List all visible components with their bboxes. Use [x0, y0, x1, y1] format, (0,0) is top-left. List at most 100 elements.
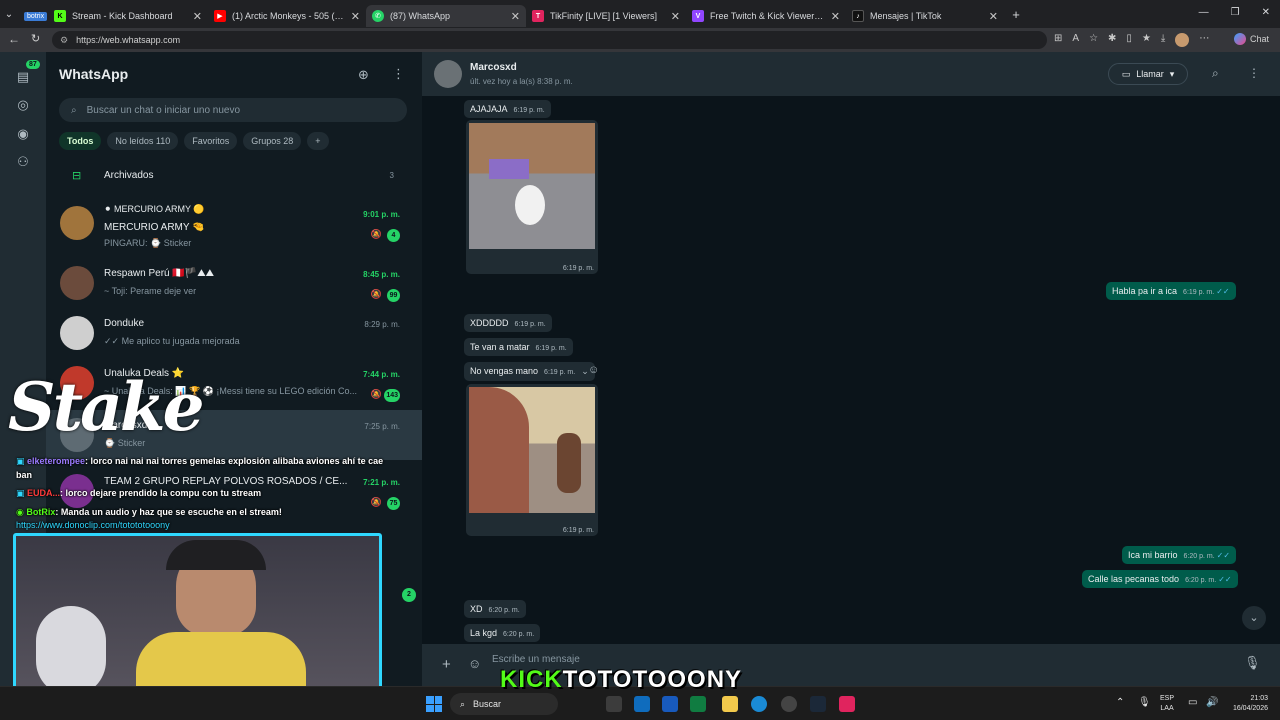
search-in-chat-icon[interactable]: ⌕ — [1212, 66, 1219, 81]
message-time: 6:19 p. m. — [544, 369, 576, 376]
volume-icon[interactable]: 🔊 — [1206, 697, 1218, 708]
search-input[interactable]: ⌕ Buscar un chat o iniciar uno nuevo — [59, 98, 407, 122]
microphone-icon[interactable]: 🎙 — [1244, 655, 1261, 671]
message-in[interactable]: XDDDDD 6:19 p. m. — [464, 314, 552, 332]
new-chat-icon[interactable]: ⊕ — [358, 67, 369, 83]
clock[interactable]: 21:03 16/04/2026 — [1226, 694, 1268, 714]
message-in[interactable]: Te van a matar 6:19 p. m. — [464, 338, 573, 356]
chats-badge: 87 — [26, 60, 40, 69]
tab-youtube[interactable]: ▶ (1) Arctic Monkeys - 505 ( My ... ✕ — [208, 5, 366, 27]
edge-icon[interactable] — [751, 696, 767, 712]
tab-label: (87) WhatsApp — [390, 11, 451, 21]
message-out[interactable]: Ica mi barrio 6:20 p. m. ✓✓ — [1122, 546, 1237, 564]
language-indicator[interactable]: ESP LAA — [1160, 694, 1174, 714]
menu-icon[interactable]: ⋮ — [392, 66, 405, 82]
tab-kick-dashboard[interactable]: K Stream - Kick Dashboard ✕ — [48, 5, 208, 27]
tray-chevron-icon[interactable]: ⌃ — [1116, 697, 1124, 708]
chat-row[interactable]: ⚫ MERCURIO ARMY 🟡 MERCURIO ARMY 🤏 PINGAR… — [46, 198, 422, 248]
close-icon[interactable]: ✕ — [831, 10, 840, 23]
tab-whatsapp[interactable]: ✆ (87) WhatsApp ✕ — [366, 5, 526, 27]
message-in[interactable]: XD 6:20 p. m. — [464, 600, 526, 618]
emoji-react-icon[interactable]: ☺ — [588, 364, 599, 376]
site-info-icon[interactable]: ⚙ — [60, 35, 68, 46]
filter-groups[interactable]: Grupos 28 — [243, 132, 302, 150]
emoji-icon[interactable]: ☺ — [468, 656, 481, 671]
image-message[interactable]: 6:19 p. m. — [466, 384, 598, 536]
unread-badge: 4 — [387, 229, 400, 242]
close-icon[interactable]: ✕ — [989, 10, 998, 23]
chats-icon[interactable]: ▤ — [14, 68, 32, 86]
message-in[interactable]: La kgd 6:20 p. m. — [464, 624, 541, 642]
explorer-icon[interactable] — [722, 696, 738, 712]
app-icon[interactable] — [634, 696, 650, 712]
word-icon[interactable] — [662, 696, 678, 712]
network-icon[interactable]: ▭ — [1188, 697, 1197, 708]
stream-chat-line: ▣ elketerompee: lorco nai nai nai torres… — [16, 454, 392, 482]
url-box[interactable]: ⚙ https://web.whatsapp.com — [52, 31, 1047, 49]
image-message[interactable]: 6:19 p. m. — [466, 120, 598, 274]
steam-icon[interactable] — [810, 696, 826, 712]
archived-row[interactable]: ⊟ Archivados 3 — [46, 162, 422, 188]
message-input[interactable]: Escribe un mensaje — [492, 654, 580, 665]
split-icon[interactable]: ▯ — [1126, 33, 1132, 47]
chat-row[interactable]: Donduke ✓✓ Me aplico tu jugada mejorada … — [46, 308, 422, 358]
tiktok-live-icon[interactable] — [839, 696, 855, 712]
new-tab-icon[interactable]: + — [1004, 7, 1028, 22]
filter-unread[interactable]: No leídos 110 — [107, 132, 179, 150]
message-out[interactable]: Calle las pecanas todo 6:20 p. m. ✓✓ — [1082, 570, 1238, 588]
mic-tray-icon[interactable]: 🎙 — [1138, 697, 1151, 708]
obs-icon[interactable] — [781, 696, 797, 712]
more-icon[interactable]: ⋯ — [1199, 33, 1209, 47]
message-time: 6:19 p. m. — [562, 527, 594, 534]
copilot-chat-button[interactable]: Chat — [1234, 33, 1269, 45]
avatar — [60, 316, 94, 350]
taskbar-search[interactable]: ⌕ Buscar — [450, 693, 558, 715]
channels-icon[interactable]: ◉ — [14, 125, 32, 143]
favorite-star-icon[interactable]: ☆ — [1089, 33, 1098, 47]
message-in[interactable]: AJAJAJA 6:19 p. m. — [464, 100, 551, 118]
reload-icon[interactable]: ↻ — [31, 32, 40, 45]
communities-icon[interactable]: ⚇ — [14, 153, 32, 171]
download-icon[interactable]: ⤓ — [1161, 33, 1165, 47]
archive-icon: ⊟ — [72, 169, 82, 182]
close-window-icon[interactable]: ✕ — [1262, 7, 1270, 18]
anime-hair — [469, 387, 529, 513]
status-icon[interactable]: ◎ — [14, 96, 32, 114]
filter-all[interactable]: Todos — [59, 132, 102, 150]
start-icon[interactable] — [426, 696, 442, 712]
favorites-icon[interactable]: ★ — [1142, 33, 1151, 47]
close-icon[interactable]: ✕ — [193, 10, 202, 23]
read-aloud-icon[interactable]: A — [1072, 33, 1079, 47]
tab-twitch-viewers[interactable]: V Free Twitch & Kick Viewers - Try 1... … — [686, 5, 846, 27]
taskview-icon[interactable] — [606, 696, 622, 712]
add-filter-icon[interactable]: + — [307, 132, 329, 150]
back-icon[interactable]: ← — [8, 32, 20, 46]
chat-username: EUDA... — [27, 488, 61, 498]
filter-favorites[interactable]: Favoritos — [184, 132, 238, 150]
contact-avatar[interactable] — [434, 60, 462, 88]
tab-botrix[interactable]: botrix — [18, 5, 48, 27]
contact-name[interactable]: Marcosxd — [470, 62, 517, 73]
maximize-icon[interactable]: ❐ — [1231, 7, 1240, 18]
archived-label: Archivados — [104, 169, 154, 181]
tab-actions-icon[interactable]: ⌄ — [0, 9, 18, 20]
call-button[interactable]: ▭ Llamar ▾ — [1108, 63, 1188, 85]
scroll-down-button[interactable]: ⌄ — [1242, 606, 1266, 630]
chat-menu-icon[interactable]: ⋮ — [1248, 66, 1260, 80]
message-in[interactable]: No vengas mano 6:19 p. m. ⌄ — [464, 362, 595, 381]
attach-plus-icon[interactable]: + — [442, 656, 451, 673]
close-icon[interactable]: ✕ — [671, 10, 680, 23]
extensions-icon[interactable]: ✱ — [1108, 33, 1116, 47]
chat-row[interactable]: Respawn Perú 🇵🇪🏴⛰⛰ ~ Toji: Perame deje v… — [46, 258, 422, 308]
minimize-icon[interactable]: — — [1199, 7, 1209, 18]
apps-icon[interactable]: ⊞ — [1054, 33, 1062, 47]
message-time: 6:20 p. m. — [1185, 577, 1217, 584]
close-icon[interactable]: ✕ — [511, 10, 520, 23]
excel-icon[interactable] — [690, 696, 706, 712]
tab-tikfinity[interactable]: T TikFinity [LIVE] [1 Viewers] ✕ — [526, 5, 686, 27]
rooster-figure — [515, 185, 545, 225]
message-out[interactable]: Habla pa ir a ica 6:19 p. m. ✓✓ — [1106, 282, 1236, 300]
close-icon[interactable]: ✕ — [351, 10, 360, 23]
tab-tiktok[interactable]: ♪ Mensajes | TikTok ✕ — [846, 5, 1004, 27]
profile-avatar[interactable] — [1175, 33, 1190, 47]
